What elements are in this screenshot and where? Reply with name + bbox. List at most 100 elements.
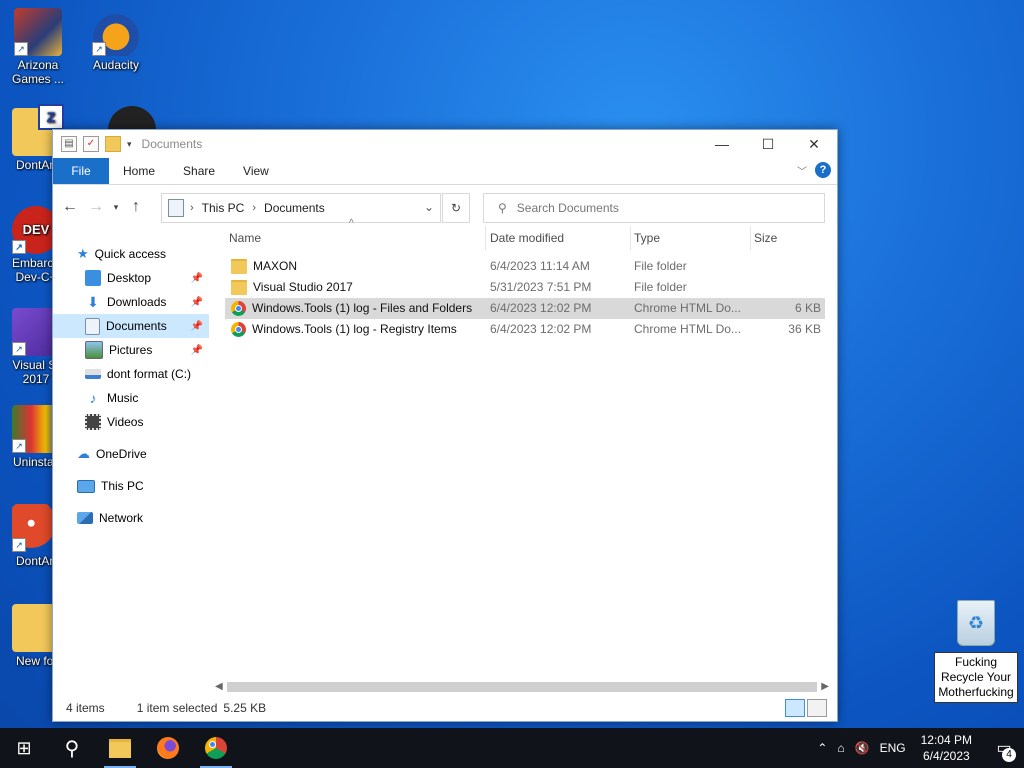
- up-arrow-icon[interactable]: ↑: [123, 198, 149, 216]
- shortcut-arrow-icon: ↗: [12, 342, 26, 356]
- action-center-button[interactable]: ▭ 4: [984, 738, 1024, 762]
- back-arrow-icon[interactable]: ←: [57, 198, 83, 216]
- recycle-bin[interactable]: ♻ Fucking Recycle Your Motherfucking: [934, 600, 1018, 703]
- recycle-bin-icon: ♻: [957, 600, 995, 646]
- start-button[interactable]: ⊞: [0, 728, 48, 768]
- column-header-type[interactable]: Type: [630, 226, 751, 250]
- quick-access-toolbar: ▤ ✓ ▾: [61, 136, 132, 152]
- nav-item-label: Pictures: [109, 343, 153, 357]
- nav-item-documents[interactable]: Documents 📌: [53, 314, 209, 338]
- new-folder-icon[interactable]: [105, 136, 121, 152]
- audacity-icon: ↗: [92, 8, 140, 56]
- taskbar-file-explorer[interactable]: [96, 728, 144, 768]
- tab-share[interactable]: Share: [169, 158, 229, 184]
- file-date: 6/4/2023 11:14 AM: [490, 259, 590, 273]
- tab-view[interactable]: View: [229, 158, 283, 184]
- recent-locations-icon[interactable]: ▾: [109, 202, 123, 213]
- star-icon: ★: [77, 246, 89, 261]
- close-button[interactable]: ✕: [791, 130, 837, 158]
- horizontal-scrollbar[interactable]: ◀ ▶: [213, 679, 831, 695]
- nav-item-videos[interactable]: Videos: [53, 410, 209, 434]
- nav-item-music[interactable]: ♪ Music: [53, 386, 209, 410]
- scroll-right-icon[interactable]: ▶: [821, 679, 829, 695]
- file-explorer-icon: [109, 738, 131, 758]
- taskbar-chrome[interactable]: [192, 728, 240, 768]
- column-header-size[interactable]: Size: [750, 226, 828, 250]
- file-row[interactable]: Windows.Tools (1) log - Registry Items 6…: [225, 319, 825, 340]
- help-icon[interactable]: ?: [815, 162, 831, 178]
- breadcrumb-this-pc[interactable]: This PC: [202, 201, 245, 215]
- search-icon: ⚲: [498, 201, 507, 215]
- nav-item-label: Network: [99, 511, 144, 525]
- taskbar: ⊞ ⚲ ⌃ ⌂ 🔇 ENG 12:04 PM 6/4/2023 ▭ 4: [0, 728, 1024, 768]
- file-type: File folder: [634, 280, 687, 294]
- refresh-button[interactable]: ↻: [442, 193, 470, 223]
- nav-item-this-pc[interactable]: This PC: [77, 474, 233, 498]
- desktop-icon-audacity[interactable]: ↗ Audacity: [78, 8, 154, 72]
- file-row[interactable]: MAXON 6/4/2023 11:14 AM File folder: [225, 256, 825, 277]
- nav-item-label: Quick access: [94, 247, 167, 261]
- address-bar[interactable]: › This PC › Documents ⌄: [161, 193, 441, 223]
- customize-dropdown-icon[interactable]: ▾: [127, 139, 132, 150]
- forward-arrow-icon[interactable]: →: [83, 198, 109, 216]
- status-bar: 4 items 1 item selected 5.25 KB: [53, 695, 837, 721]
- nav-item-onedrive[interactable]: ☁ OneDrive: [77, 442, 233, 466]
- navigation-bar: ← → ▾ ↑ › This PC › Documents ⌄ ↻ ⚲ Sear…: [53, 185, 837, 229]
- file-date: 6/4/2023 12:02 PM: [490, 322, 592, 336]
- search-button[interactable]: ⚲: [48, 728, 96, 768]
- selection-count: 1 item selected: [136, 701, 218, 715]
- nav-item-drive-c[interactable]: dont format (C:): [53, 362, 209, 386]
- clock[interactable]: 12:04 PM 6/4/2023: [921, 732, 972, 764]
- properties-icon[interactable]: ▤: [61, 136, 77, 152]
- nav-item-label: Music: [107, 391, 139, 405]
- shortcut-arrow-icon: ↗: [92, 42, 106, 56]
- file-row-selected[interactable]: Windows.Tools (1) log - Files and Folder…: [225, 298, 825, 319]
- desktop-icon: [85, 270, 101, 286]
- large-icons-view-icon[interactable]: [807, 699, 827, 717]
- desktop-icon-arizona-games[interactable]: ↗ Arizona Games ...: [0, 8, 76, 86]
- expand-ribbon-icon[interactable]: ﹀: [797, 163, 807, 178]
- scrollbar-thumb[interactable]: [227, 682, 817, 692]
- file-name: Visual Studio 2017: [253, 280, 353, 294]
- breadcrumb-documents[interactable]: Documents: [264, 201, 325, 215]
- search-box[interactable]: ⚲ Search Documents: [483, 193, 825, 223]
- file-row[interactable]: Visual Studio 2017 5/31/2023 7:51 PM Fil…: [225, 277, 825, 298]
- drive-icon: [85, 369, 101, 379]
- file-name: Windows.Tools (1) log - Files and Folder…: [252, 301, 473, 315]
- scroll-left-icon[interactable]: ◀: [215, 679, 223, 695]
- speaker-muted-icon[interactable]: 🔇: [855, 741, 870, 755]
- column-header-date-modified[interactable]: Date modified: [486, 226, 631, 250]
- nav-item-label: dont format (C:): [107, 367, 192, 381]
- nav-item-label: Desktop: [107, 271, 152, 285]
- nav-item-label: Downloads: [107, 295, 167, 309]
- nav-item-pictures[interactable]: Pictures 📌: [53, 338, 209, 362]
- file-size: 36 KB: [788, 322, 821, 336]
- nav-item-quick-access[interactable]: ★ Quick access: [77, 242, 233, 266]
- column-header-name[interactable]: Name: [225, 226, 486, 250]
- chrome-icon: [205, 737, 227, 759]
- network-icon[interactable]: ⌂: [837, 741, 844, 755]
- maximize-button[interactable]: ☐: [745, 130, 791, 158]
- checkbox-icon[interactable]: ✓: [83, 136, 99, 152]
- tab-file[interactable]: File: [53, 158, 109, 184]
- minimize-button[interactable]: —: [699, 130, 745, 158]
- nav-item-desktop[interactable]: Desktop 📌: [53, 266, 209, 290]
- pin-icon: 📌: [190, 296, 203, 308]
- game-icon: ↗: [14, 8, 62, 56]
- chevron-down-icon[interactable]: ⌄: [424, 200, 434, 214]
- search-icon: ⚲: [64, 737, 80, 760]
- chevron-up-icon[interactable]: ⌃: [817, 741, 827, 755]
- nav-item-network[interactable]: Network: [77, 506, 233, 530]
- recycle-bin-rename-field[interactable]: Fucking Recycle Your Motherfucking: [934, 652, 1018, 703]
- language-indicator[interactable]: ENG: [880, 741, 906, 755]
- details-view-icon[interactable]: [785, 699, 805, 717]
- chevron-right-icon: ›: [252, 202, 257, 214]
- network-icon: [77, 512, 93, 524]
- search-input[interactable]: Search Documents: [517, 201, 619, 215]
- file-explorer-window: ▤ ✓ ▾ Documents — ☐ ✕ File Home Share Vi…: [52, 129, 838, 722]
- taskbar-firefox[interactable]: [144, 728, 192, 768]
- nav-item-downloads[interactable]: ⬇ Downloads 📌: [53, 290, 209, 314]
- file-type: File folder: [634, 259, 687, 273]
- file-type: Chrome HTML Do...: [634, 322, 741, 336]
- tab-home[interactable]: Home: [109, 158, 169, 184]
